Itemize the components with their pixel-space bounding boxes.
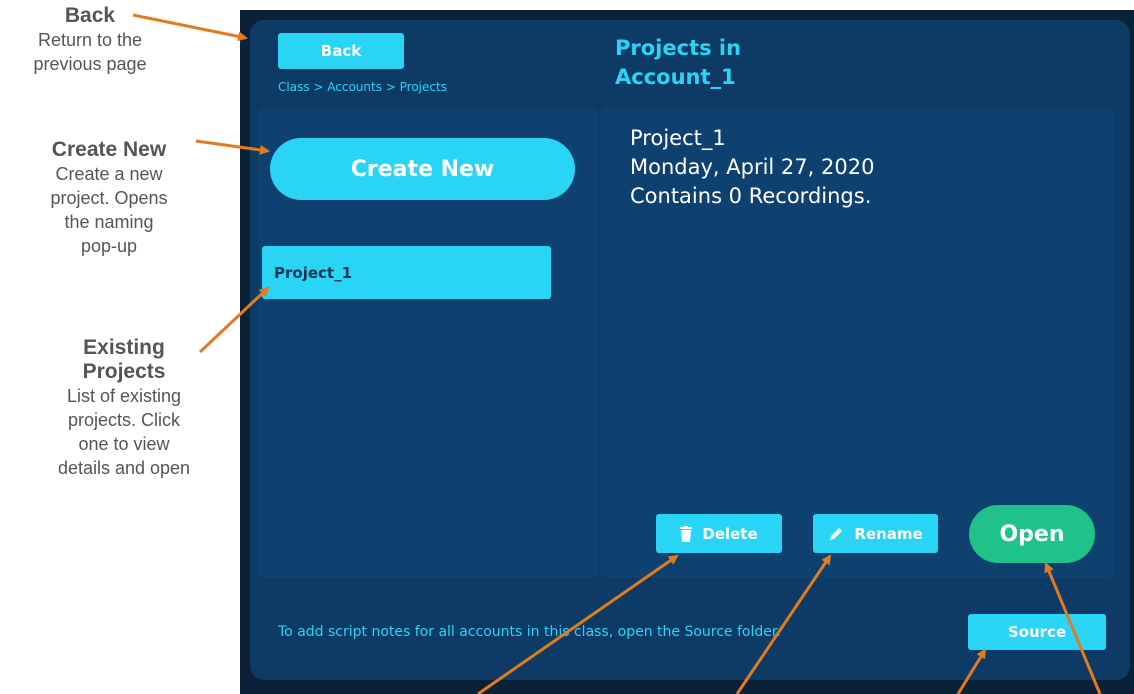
pencil-icon bbox=[830, 527, 843, 540]
annotation-create-title: Create New bbox=[51, 138, 167, 161]
page-title-line: Account_1 bbox=[615, 65, 736, 89]
annotation-existing-text: details and open bbox=[57, 458, 191, 478]
source-button[interactable]: Source bbox=[968, 614, 1106, 650]
delete-button[interactable]: Delete bbox=[656, 514, 782, 553]
annotation-back: Back Return to the previous page bbox=[0, 4, 180, 76]
annotation-create-text: project. Opens bbox=[50, 188, 168, 208]
annotation-existing-text: List of existing bbox=[66, 386, 182, 406]
breadcrumb: Class > Accounts > Projects bbox=[278, 80, 447, 94]
annotation-existing-projects: Existing Projects List of existing proje… bbox=[14, 336, 234, 480]
trash-icon bbox=[680, 525, 693, 542]
annotation-existing-text: one to view bbox=[78, 434, 170, 454]
project-list-item[interactable]: Project_1 bbox=[262, 246, 551, 299]
annotation-create-text: Create a new bbox=[55, 164, 163, 184]
annotation-create-text: the naming bbox=[64, 212, 154, 232]
project-recordings-count: Contains 0 Recordings. bbox=[630, 184, 872, 208]
rename-label: Rename bbox=[854, 524, 923, 543]
project-details: Project_1 Monday, April 27, 2020 Contain… bbox=[630, 124, 874, 211]
page-title: Projects in Account_1 bbox=[615, 34, 835, 92]
annotation-back-text: previous page bbox=[33, 54, 147, 74]
open-button[interactable]: Open bbox=[969, 505, 1095, 563]
annotation-existing-text: projects. Click bbox=[67, 410, 181, 430]
delete-label: Delete bbox=[702, 524, 758, 543]
project-date: Monday, April 27, 2020 bbox=[630, 155, 875, 179]
annotation-existing-title: Projects bbox=[82, 360, 166, 383]
annotation-existing-title: Existing bbox=[83, 336, 165, 359]
rename-button[interactable]: Rename bbox=[813, 514, 938, 553]
footer-note: To add script notes for all accounts in … bbox=[278, 624, 781, 640]
create-new-button[interactable]: Create New bbox=[270, 138, 575, 200]
project-name: Project_1 bbox=[630, 126, 726, 150]
page-title-line: Projects in bbox=[615, 36, 742, 60]
back-button[interactable]: Back bbox=[278, 33, 404, 69]
annotation-create-new: Create New Create a new project. Opens t… bbox=[14, 138, 204, 258]
annotation-create-text: pop-up bbox=[80, 236, 138, 256]
annotation-back-title: Back bbox=[64, 4, 116, 27]
annotation-back-text: Return to the bbox=[37, 30, 143, 50]
